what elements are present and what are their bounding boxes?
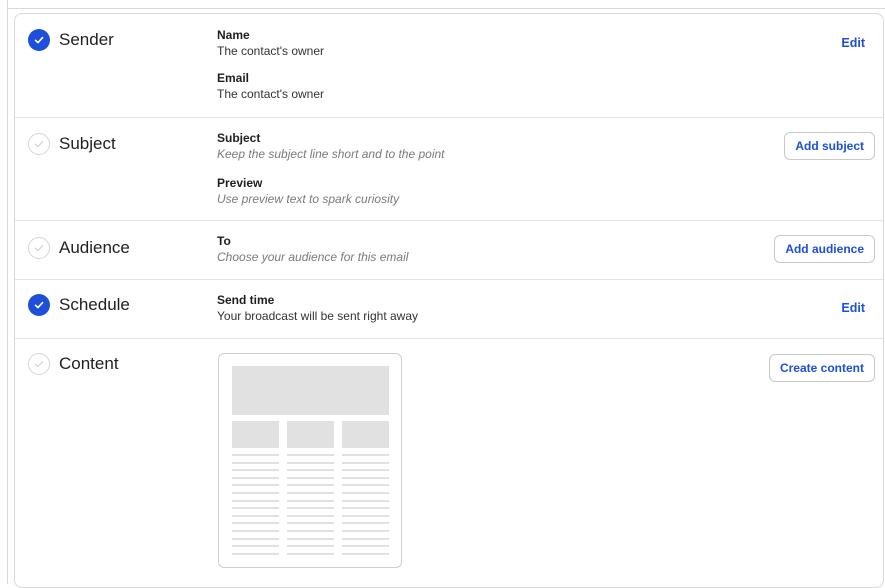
check-done-icon [28, 29, 50, 51]
template-text-line [342, 461, 389, 464]
outer-frame-top [7, 8, 885, 9]
template-text-line [287, 552, 334, 555]
template-text-line [287, 499, 334, 502]
field-label: To [217, 234, 231, 248]
template-text-line [232, 514, 279, 517]
template-text-line [287, 476, 334, 479]
add-subject-button[interactable]: Add subject [784, 132, 875, 160]
template-text-line [342, 484, 389, 487]
edit-schedule-button[interactable]: Edit [841, 301, 865, 315]
field-name: Name The contact's owner [217, 28, 324, 59]
row-sender: Sender Name The contact's owner Email Th… [15, 14, 883, 118]
email-template-preview [218, 353, 402, 568]
field-subject: Subject Keep the subject line short and … [217, 131, 445, 162]
template-text-line [232, 484, 279, 487]
template-text-line [232, 492, 279, 494]
row-audience: Audience To Choose your audience for thi… [15, 221, 883, 280]
check-pending-icon [28, 133, 50, 155]
field-placeholder: Use preview text to spark curiosity [217, 192, 400, 206]
template-text-line [287, 514, 334, 517]
field-label: Send time [217, 293, 275, 307]
template-text-line [232, 537, 279, 540]
template-text-line [342, 537, 389, 540]
field-label: Subject [217, 131, 261, 145]
field-to: To Choose your audience for this email [217, 234, 408, 265]
template-text-line [287, 492, 334, 494]
template-text-line [287, 454, 334, 456]
template-text-line [287, 461, 334, 464]
template-text-line [342, 545, 389, 548]
edit-sender-button[interactable]: Edit [841, 36, 865, 50]
template-text-line [342, 492, 389, 494]
field-placeholder: Choose your audience for this email [217, 250, 409, 264]
row-schedule: Schedule Send time Your broadcast will b… [15, 280, 883, 339]
template-text-line [342, 454, 389, 456]
template-text-line [287, 507, 334, 510]
template-column-block [342, 421, 389, 448]
template-text-line [287, 484, 334, 487]
template-column-block [232, 421, 279, 448]
template-text-line [232, 469, 279, 472]
template-text-line [287, 530, 334, 532]
template-text-line [342, 530, 389, 532]
template-text-line [342, 499, 389, 502]
broadcast-setup-panel: Sender Name The contact's owner Email Th… [14, 13, 884, 588]
field-preview: Preview Use preview text to spark curios… [217, 176, 399, 207]
outer-frame-left [7, 0, 8, 584]
template-text-line [342, 522, 389, 525]
template-text-line [232, 461, 279, 464]
template-text-line [287, 537, 334, 540]
field-email: Email The contact's owner [217, 71, 324, 102]
template-text-line [287, 522, 334, 525]
template-text-line [232, 522, 279, 525]
field-placeholder: Keep the subject line short and to the p… [217, 147, 445, 161]
template-text-line [232, 454, 279, 456]
template-text-line [232, 530, 279, 532]
template-hero-block [232, 366, 389, 415]
row-title: Subject [59, 134, 116, 153]
template-column-block [287, 421, 334, 448]
field-label: Name [217, 28, 250, 42]
check-pending-icon [28, 237, 50, 259]
row-content: Content Create content [15, 339, 883, 587]
template-text-line [342, 476, 389, 479]
field-value: Your broadcast will be sent right away [217, 309, 418, 323]
template-text-line [232, 507, 279, 510]
check-done-icon [28, 294, 50, 316]
row-subject: Subject Subject Keep the subject line sh… [15, 118, 883, 221]
add-audience-button[interactable]: Add audience [774, 235, 875, 263]
field-value: The contact's owner [217, 87, 325, 101]
row-title: Sender [59, 30, 114, 49]
template-text-line [232, 545, 279, 548]
check-pending-icon [28, 353, 50, 375]
template-text-line [342, 507, 389, 510]
row-title: Schedule [59, 295, 130, 314]
template-text-line [287, 469, 334, 472]
field-send-time: Send time Your broadcast will be sent ri… [217, 293, 418, 324]
template-text-line [232, 552, 279, 555]
row-title: Content [59, 354, 119, 373]
row-title: Audience [59, 238, 130, 257]
template-text-line [232, 499, 279, 502]
template-text-line [342, 469, 389, 472]
field-label: Preview [217, 176, 263, 190]
template-text-line [342, 552, 389, 555]
create-content-button[interactable]: Create content [768, 354, 875, 382]
template-text-line [342, 514, 389, 517]
template-text-line [232, 476, 279, 479]
template-text-line [287, 545, 334, 548]
field-label: Email [217, 71, 250, 85]
field-value: The contact's owner [217, 44, 325, 58]
